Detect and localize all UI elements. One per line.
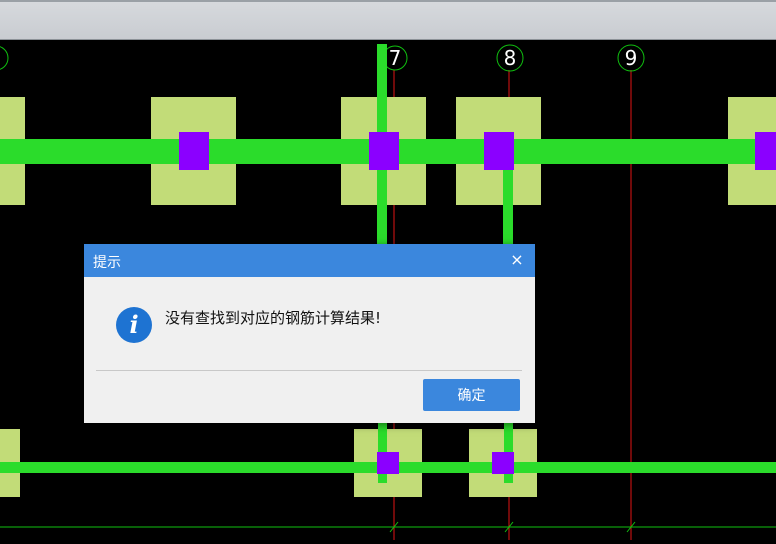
column xyxy=(755,132,776,170)
ok-button[interactable]: 确定 xyxy=(423,379,520,411)
column xyxy=(492,452,514,474)
column xyxy=(179,132,209,170)
dialog-title-bar[interactable]: 提示 × xyxy=(84,244,535,277)
axis-bubble-left xyxy=(0,46,9,70)
dialog-message: 没有查找到对应的钢筋计算结果! xyxy=(165,309,382,327)
axis-label-8: 8 xyxy=(503,46,517,70)
column xyxy=(377,452,399,474)
axis-label-7: 7 xyxy=(388,46,402,70)
dialog-title: 提示 xyxy=(93,255,121,271)
top-toolbar xyxy=(0,0,776,40)
axis-label-9: 9 xyxy=(624,46,638,70)
dialog-divider xyxy=(96,370,522,371)
column xyxy=(369,132,399,170)
column xyxy=(484,132,514,170)
close-icon[interactable]: × xyxy=(509,250,525,270)
info-icon: i xyxy=(116,307,152,343)
prompt-dialog: 提示 × i 没有查找到对应的钢筋计算结果! 确定 xyxy=(84,244,535,423)
